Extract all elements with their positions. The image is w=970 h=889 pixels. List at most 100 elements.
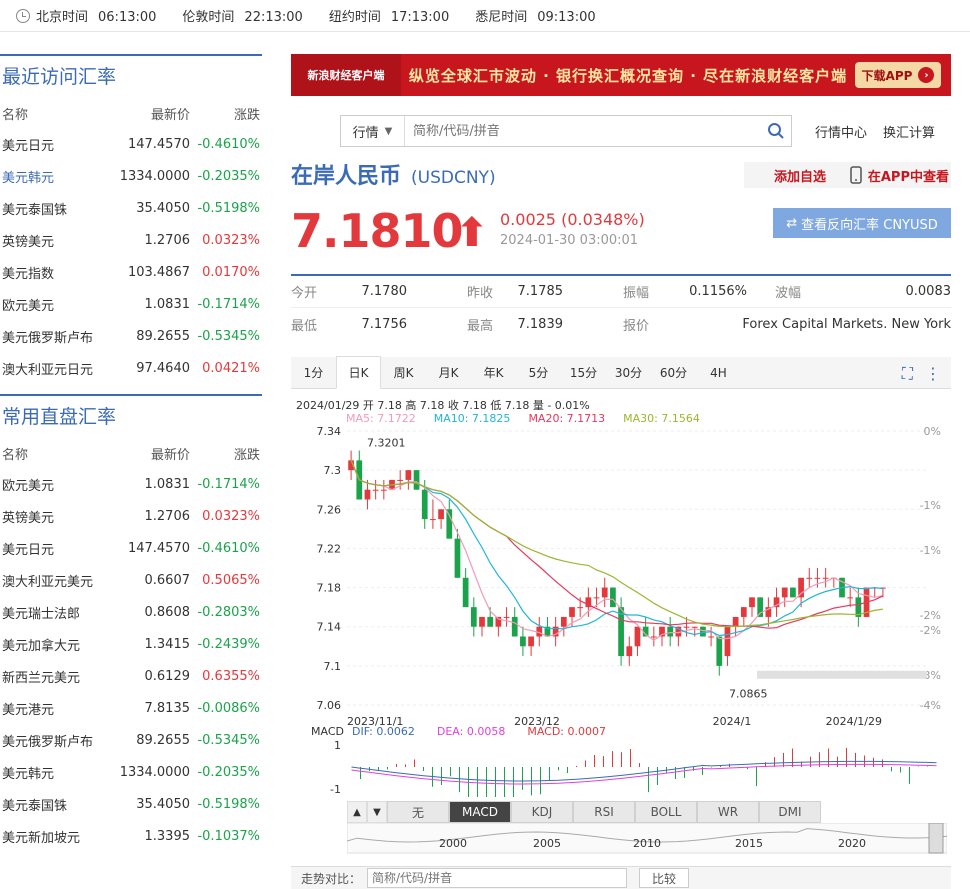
- rate-name[interactable]: 美元港元: [0, 699, 110, 718]
- tab-period[interactable]: 15分: [561, 357, 606, 389]
- rate-name[interactable]: 欧元美元: [0, 475, 110, 494]
- candle-body: [749, 597, 755, 608]
- chevron-right-icon: ›: [918, 67, 935, 83]
- candle-body: [724, 626, 731, 657]
- rate-name[interactable]: 澳大利亚元日元: [0, 359, 110, 378]
- market-center-link[interactable]: 行情中心: [815, 122, 867, 141]
- rate-change: 0.0323%: [202, 232, 260, 248]
- rate-name[interactable]: 英镑美元: [0, 507, 110, 526]
- arrow-up-icon[interactable]: ▲: [347, 801, 367, 823]
- tab-indicator[interactable]: WR: [697, 801, 759, 823]
- price-change: 0.0025 (0.0348%): [500, 210, 645, 229]
- rate-row[interactable]: 美元日元 147.4570 -0.4610%: [0, 128, 262, 160]
- rate-row[interactable]: 美元加拿大元 1.3415 -0.2439%: [0, 628, 262, 660]
- rate-price: 7.8135: [144, 700, 191, 716]
- rate-row[interactable]: 美元俄罗斯卢布 89.2655 -0.5345%: [0, 320, 262, 352]
- rate-row[interactable]: 英镑美元 1.2706 0.0323%: [0, 224, 262, 256]
- download-app-button[interactable]: 下载APP ›: [855, 62, 941, 88]
- add-watchlist-button[interactable]: 添加自选: [774, 166, 826, 185]
- rate-name[interactable]: 美元泰国铢: [0, 795, 110, 814]
- common-rates-title: 常用直盘汇率: [2, 406, 117, 428]
- rate-row[interactable]: 美元港元 7.8135 -0.0086%: [0, 692, 262, 724]
- tab-period[interactable]: 60分: [651, 357, 696, 389]
- rate-row[interactable]: 欧元美元 1.0831 -0.1714%: [0, 468, 262, 500]
- reverse-rate-button[interactable]: ⇄ 查看反向汇率 CNYUSD: [773, 208, 951, 238]
- y-tick-label: 7.22: [317, 542, 342, 555]
- more-icon[interactable]: ⋮: [925, 364, 941, 384]
- tab-indicator[interactable]: MACD: [449, 801, 511, 823]
- compare-bar: 走势对比： 比较: [291, 866, 951, 889]
- rate-name[interactable]: 美元日元: [0, 539, 110, 558]
- tab-indicator[interactable]: BOLL: [635, 801, 697, 823]
- history-navigator[interactable]: 2000 2005 2010 2015 2020: [347, 823, 947, 863]
- left-sidebar: 最近访问汇率 名称 最新价 涨跌 美元日元 147.4570 -0.4610% 美元韩…: [0, 54, 262, 852]
- rate-name[interactable]: 美元指数: [0, 263, 110, 282]
- rate-row[interactable]: 美元指数 103.4867 0.0170%: [0, 256, 262, 288]
- rate-name[interactable]: 美元俄罗斯卢布: [0, 327, 110, 346]
- rate-name[interactable]: 美元新加坡元: [0, 827, 110, 846]
- rate-row[interactable]: 澳大利亚元日元 97.4640 0.0421%: [0, 352, 262, 384]
- rate-row[interactable]: 美元韩元 1334.0000 -0.2035%: [0, 160, 262, 192]
- view-in-app-button[interactable]: 在APP中查看: [850, 166, 949, 185]
- candle-body: [708, 636, 714, 638]
- rate-name[interactable]: 美元韩元: [0, 167, 110, 186]
- rate-name[interactable]: 美元韩元: [0, 763, 110, 782]
- clock-icon: [16, 8, 30, 23]
- candle-body: [462, 577, 469, 608]
- kline-info: 2024/01/29 开 7.18 高 7.18 收 7.18 低 7.18 量…: [296, 399, 590, 412]
- rate-row[interactable]: 美元韩元 1334.0000 -0.2035%: [0, 756, 262, 788]
- indicator-tabs: ▲ ▼ 无 MACD KDJ RSI BOLL WR DMI: [347, 801, 837, 823]
- tab-period[interactable]: 5分: [516, 357, 561, 389]
- rate-change: 0.0170%: [202, 264, 260, 280]
- fx-calculator-link[interactable]: 换汇计算: [883, 122, 935, 141]
- rate-name[interactable]: 新西兰元美元: [0, 667, 110, 686]
- rate-row[interactable]: 美元泰国铢 35.4050 -0.5198%: [0, 788, 262, 820]
- rate-row[interactable]: 美元瑞士法郎 0.8608 -0.2803%: [0, 596, 262, 628]
- market-select[interactable]: 行情 ▼: [341, 116, 405, 146]
- tab-indicator[interactable]: RSI: [573, 801, 635, 823]
- candle-body: [372, 489, 379, 491]
- rate-name[interactable]: 美元俄罗斯卢布: [0, 731, 110, 750]
- history-year-label: 2005: [533, 837, 561, 850]
- rate-price: 1334.0000: [119, 168, 190, 184]
- rate-change: -0.4610%: [197, 540, 260, 556]
- rate-row[interactable]: 美元新加坡元 1.3395 -0.1037%: [0, 820, 262, 852]
- tab-period[interactable]: 周K: [381, 357, 426, 389]
- app-banner[interactable]: 新浪财经客户端 纵览全球汇市波动 · 银行换汇概况查询 · 尽在新浪财经客户端 …: [291, 54, 951, 96]
- rate-row[interactable]: 欧元美元 1.0831 -0.1714%: [0, 288, 262, 320]
- clock-beijing: 北京时间 06:13:00: [36, 10, 157, 25]
- rate-change: -0.5345%: [197, 732, 260, 748]
- rate-row[interactable]: 美元俄罗斯卢布 89.2655 -0.5345%: [0, 724, 262, 756]
- rate-name[interactable]: 欧元美元: [0, 295, 110, 314]
- candle-body: [716, 636, 723, 666]
- rate-row[interactable]: 澳大利亚元美元 0.6607 0.5065%: [0, 564, 262, 596]
- rate-row[interactable]: 新西兰元美元 0.6129 0.6355%: [0, 660, 262, 692]
- tab-period[interactable]: 1分: [291, 357, 336, 389]
- arrow-down-icon[interactable]: ▼: [367, 801, 387, 823]
- tab-period[interactable]: 月K: [426, 357, 471, 389]
- candle-body: [413, 470, 420, 490]
- rate-name[interactable]: 美元日元: [0, 135, 110, 154]
- tab-period[interactable]: 4H: [696, 357, 741, 389]
- rate-row[interactable]: 美元泰国铢 35.4050 -0.5198%: [0, 192, 262, 224]
- rate-name[interactable]: 美元加拿大元: [0, 635, 110, 654]
- tab-period[interactable]: 年K: [471, 357, 516, 389]
- compare-input[interactable]: [367, 868, 628, 888]
- tab-period[interactable]: 30分: [606, 357, 651, 389]
- rate-name[interactable]: 英镑美元: [0, 231, 110, 250]
- rate-row[interactable]: 英镑美元 1.2706 0.0323%: [0, 500, 262, 532]
- tab-indicator[interactable]: DMI: [759, 801, 821, 823]
- compare-button[interactable]: 比较: [639, 868, 690, 888]
- search-input[interactable]: [405, 116, 761, 146]
- tab-indicator[interactable]: KDJ: [511, 801, 573, 823]
- y-right-label: 0%: [924, 425, 941, 438]
- tab-indicator[interactable]: 无: [387, 801, 449, 823]
- rate-row[interactable]: 美元日元 147.4570 -0.4610%: [0, 532, 262, 564]
- candle-body: [806, 577, 813, 579]
- rate-name[interactable]: 澳大利亚元美元: [0, 571, 110, 590]
- search-icon[interactable]: [761, 122, 791, 140]
- rate-name[interactable]: 美元泰国铢: [0, 199, 110, 218]
- rate-name[interactable]: 美元瑞士法郎: [0, 603, 110, 622]
- tab-period[interactable]: 日K: [336, 356, 381, 389]
- fullscreen-icon[interactable]: ⛶: [902, 364, 913, 384]
